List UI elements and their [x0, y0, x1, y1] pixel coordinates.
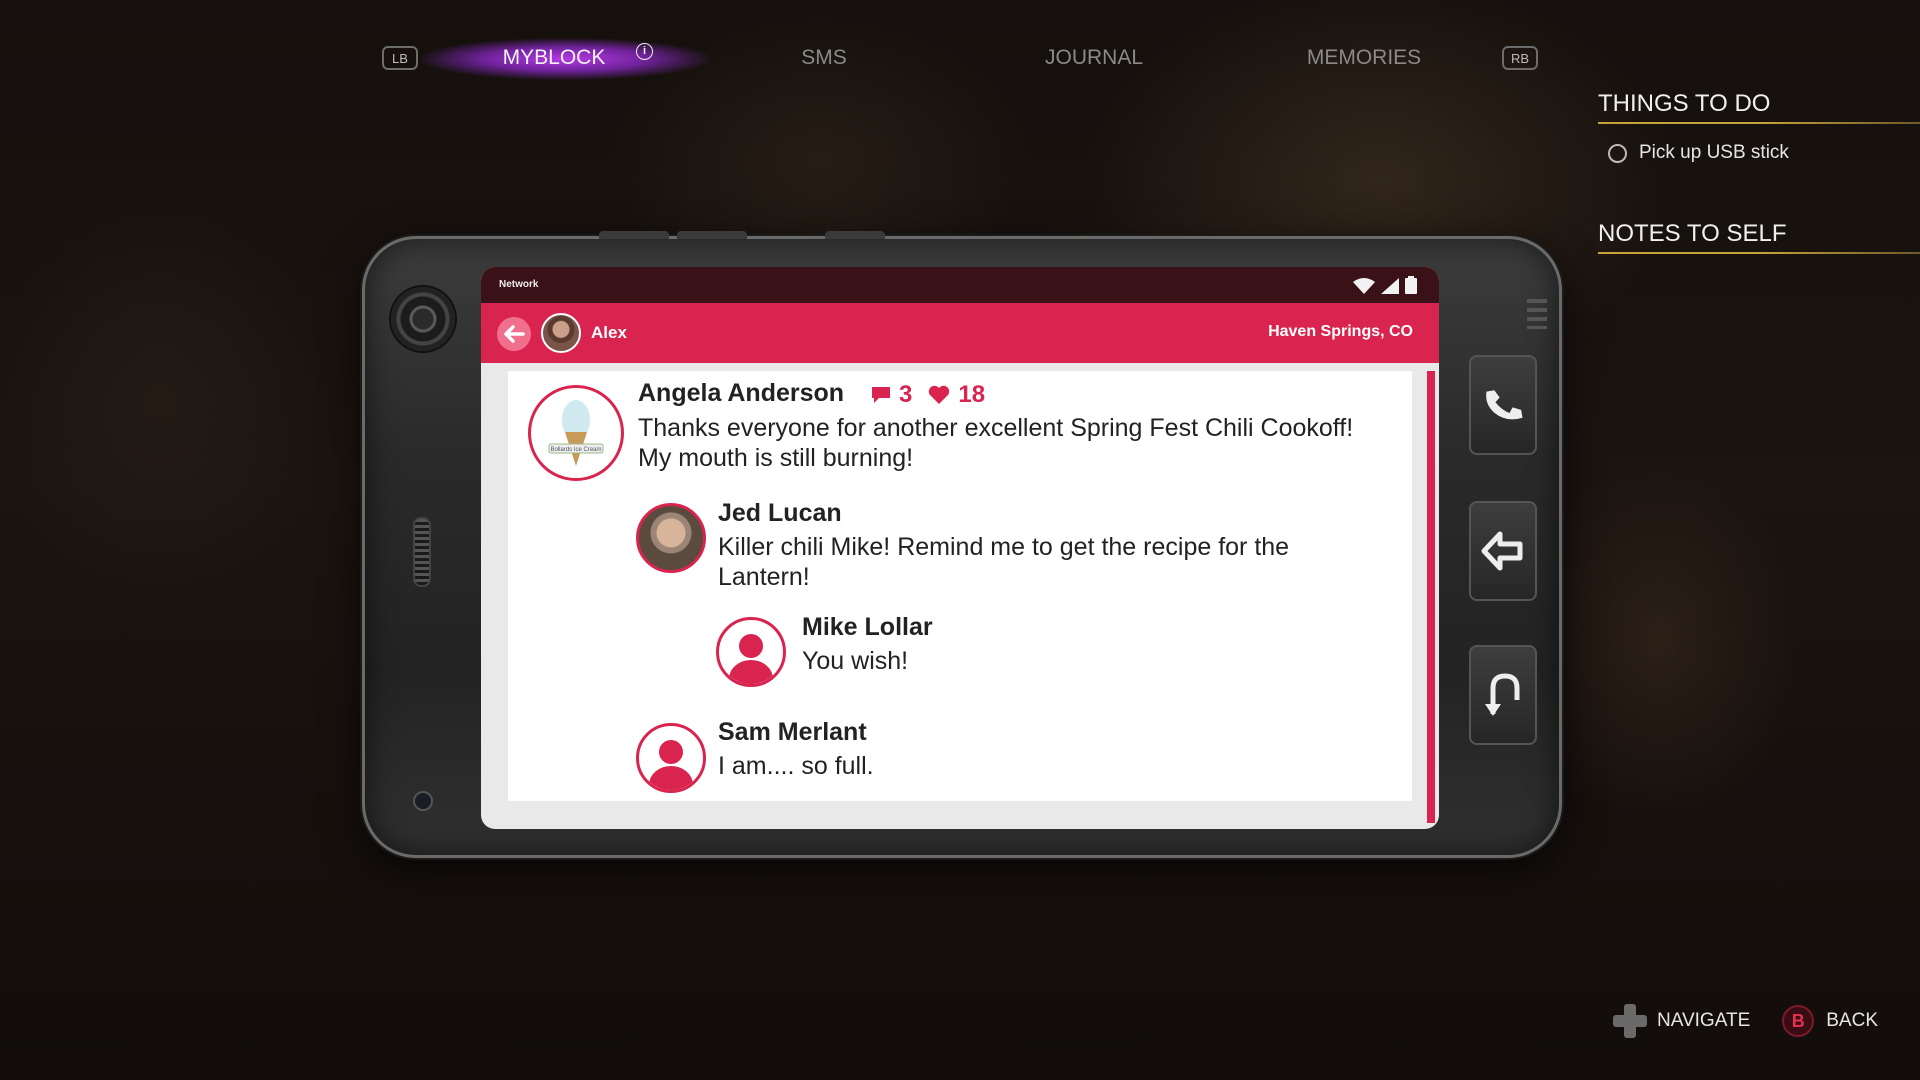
- user-avatar[interactable]: [541, 313, 581, 353]
- back-arrow-icon: [504, 325, 525, 343]
- back-label[interactable]: BACK: [1826, 1010, 1878, 1032]
- wifi-icon: [1353, 278, 1375, 294]
- status-bar: Network: [481, 267, 1439, 303]
- comment-icon[interactable]: [871, 386, 891, 404]
- scrollbar[interactable]: [1427, 371, 1435, 823]
- location-label: Haven Springs, CO: [1268, 323, 1413, 340]
- home-arrow-icon: [1481, 531, 1523, 571]
- post-text-line: Thanks everyone for another excellent Sp…: [638, 414, 1354, 442]
- comment-count: 3: [899, 381, 913, 408]
- jed-lucan-avatar[interactable]: [636, 503, 706, 573]
- phone-top-button: [825, 231, 885, 239]
- tab-journal[interactable]: JOURNAL: [994, 34, 1194, 82]
- dpad-icon: [1612, 1004, 1647, 1038]
- reply-author: Sam Merlant: [718, 718, 867, 746]
- undo-arrow-icon: [1485, 673, 1520, 716]
- ice-cream-cone-icon: Bollards Ice Cream: [548, 400, 604, 466]
- reply-author: Mike Lollar: [802, 613, 933, 641]
- rb-button[interactable]: RB: [1502, 46, 1538, 70]
- user-name: Alex: [591, 323, 627, 342]
- lb-button[interactable]: LB: [382, 46, 418, 70]
- return-button[interactable]: [1469, 645, 1537, 745]
- post-body: Thanks everyone for another excellent Sp…: [638, 413, 1353, 473]
- side-panel: THINGS TO DO Pick up USB stick NOTES TO …: [1598, 90, 1920, 254]
- reply-block: Jed Lucan Killer chili Mike! Remind me t…: [718, 499, 1289, 592]
- avatar-shop-label: Bollards Ice Cream: [550, 447, 601, 453]
- status-icons: [1353, 276, 1417, 294]
- phone-device: Network Alex Haven Springs, CO Bollards …: [362, 231, 1562, 858]
- reply-block: Mike Lollar You wish!: [802, 613, 933, 676]
- signal-icon: [1381, 278, 1399, 294]
- camera-lens-icon: [391, 287, 455, 351]
- app-bar: Alex Haven Springs, CO: [481, 303, 1439, 363]
- home-button[interactable]: [1469, 501, 1537, 601]
- todo-label: Pick up USB stick: [1639, 142, 1789, 163]
- speaker-grill: [413, 517, 431, 587]
- side-grill: [1527, 299, 1547, 329]
- sensor-dot: [413, 791, 433, 811]
- checkbox-circle-icon[interactable]: [1608, 143, 1627, 163]
- tab-sms[interactable]: SMS: [724, 34, 924, 82]
- controller-hints: NAVIGATE B BACK: [1612, 1004, 1878, 1038]
- phone-top-button: [677, 231, 747, 239]
- tab-memories[interactable]: MEMORIES: [1264, 34, 1464, 82]
- reply-text-line: I am.... so full.: [718, 752, 874, 780]
- reply-text-line: Killer chili Mike! Remind me to get the …: [718, 533, 1290, 561]
- phone-call-icon: [1486, 390, 1523, 420]
- notes-to-self-title: NOTES TO SELF: [1598, 220, 1920, 254]
- battery-icon: [1405, 276, 1417, 294]
- phone-screen: Network Alex Haven Springs, CO Bollards …: [481, 267, 1439, 829]
- things-to-do-title: THINGS TO DO: [1598, 90, 1920, 124]
- post-thread[interactable]: Bollards Ice Cream Angela Anderson 3 18 …: [508, 371, 1412, 801]
- ice-cream-shop-avatar[interactable]: Bollards Ice Cream: [528, 385, 624, 481]
- heart-icon[interactable]: [928, 385, 950, 405]
- reply-block: Sam Merlant I am.... so full.: [718, 718, 874, 781]
- todo-item[interactable]: Pick up USB stick: [1608, 142, 1920, 164]
- b-button-icon[interactable]: B: [1782, 1005, 1815, 1037]
- call-button[interactable]: [1469, 355, 1537, 455]
- navigate-label: NAVIGATE: [1656, 1010, 1751, 1031]
- network-label: Network: [499, 279, 539, 290]
- default-user-avatar-icon[interactable]: [636, 723, 706, 793]
- back-arrow-button[interactable]: [497, 317, 531, 351]
- reply-text-line: Lantern!: [718, 563, 810, 591]
- phone-top-button: [599, 231, 669, 239]
- info-icon: i: [636, 43, 653, 60]
- tab-myblock[interactable]: MYBLOCK: [454, 34, 654, 82]
- default-user-avatar-icon[interactable]: [716, 617, 786, 687]
- post-author-block: Angela Anderson: [638, 379, 844, 408]
- post-author: Angela Anderson: [638, 379, 845, 407]
- reply-text-line: You wish!: [802, 647, 909, 675]
- post-text-line: My mouth is still burning!: [638, 444, 914, 472]
- post-stats: 3 18: [871, 381, 985, 409]
- reply-author: Jed Lucan: [718, 499, 842, 527]
- top-tab-bar: LB MYBLOCK i SMS JOURNAL MEMORIES RB: [380, 34, 1540, 82]
- like-count: 18: [958, 381, 986, 408]
